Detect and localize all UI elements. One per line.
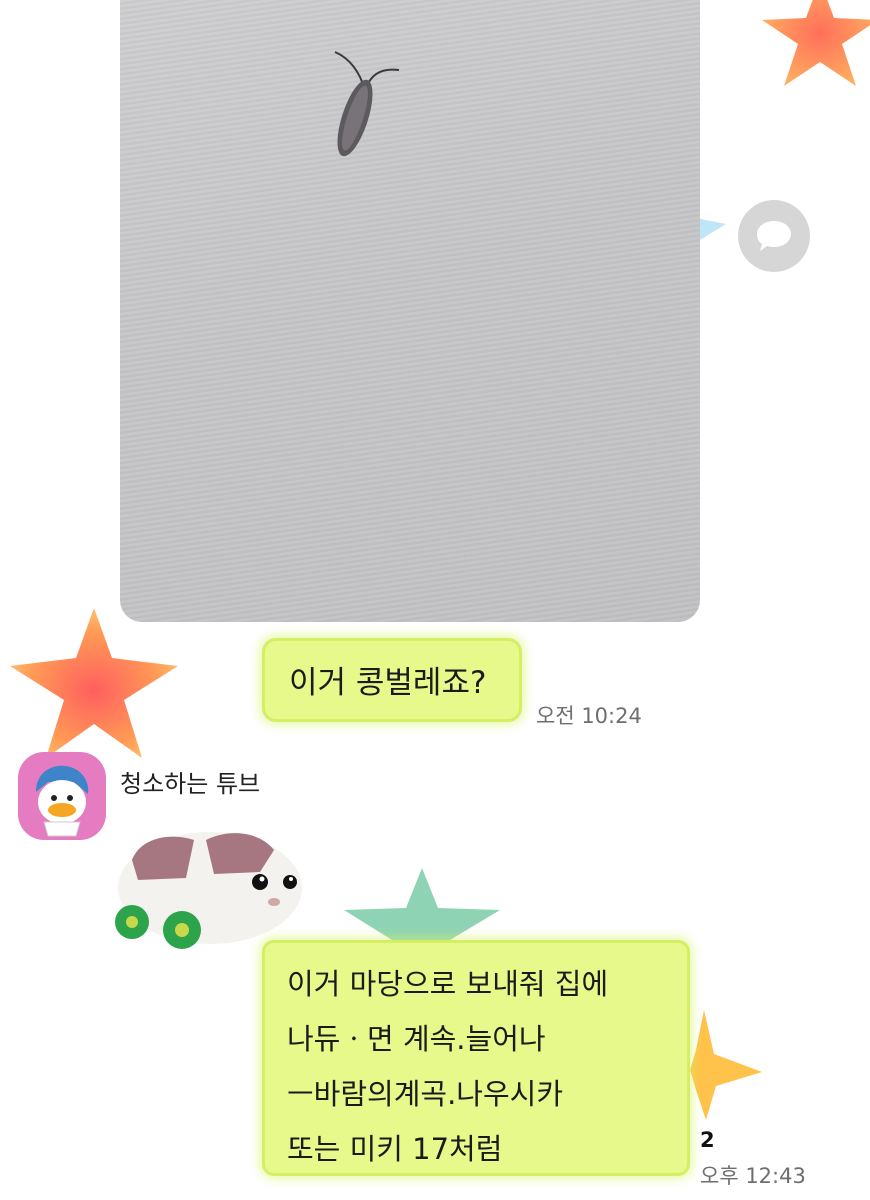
insect-picture — [334, 51, 400, 157]
chat-bubble-incoming[interactable]: 이거 마당으로 보내줘 집에 나듀ㆍ면 계속.늘어나 ㅡ바람의계곡.나우시카 또… — [262, 940, 690, 1176]
message-line: ㅡ바람의계곡.나우시카 — [287, 1077, 564, 1111]
message-line: 나듀ㆍ면 계속.늘어나 — [287, 1022, 546, 1056]
sender-name: 청소하는 튜브 — [120, 770, 261, 798]
star-decoration-light-blue — [696, 218, 726, 240]
message-line: 또는 미키 17처럼 — [287, 1132, 503, 1166]
chat-image-message[interactable] — [120, 0, 700, 622]
star-decoration-bottom-right — [690, 1010, 762, 1120]
duck-character-avatar-icon — [36, 765, 89, 837]
chat-bubble-outgoing[interactable]: 이거 콩벌레죠? — [262, 638, 522, 722]
speech-bubble-icon — [757, 221, 791, 251]
message-timestamp: 오후 12:43 — [700, 1164, 806, 1188]
guinea-pig-car-sticker — [115, 832, 302, 949]
sender-avatar[interactable] — [18, 752, 106, 840]
message-line: 이거 마당으로 보내줘 집에 — [287, 967, 609, 1001]
share-button[interactable] — [738, 200, 810, 272]
message-timestamp: 오전 10:24 — [536, 704, 642, 728]
star-decoration-left — [10, 608, 178, 758]
unread-count-badge: 2 — [700, 1128, 715, 1152]
star-decoration-top-right — [762, 0, 870, 86]
